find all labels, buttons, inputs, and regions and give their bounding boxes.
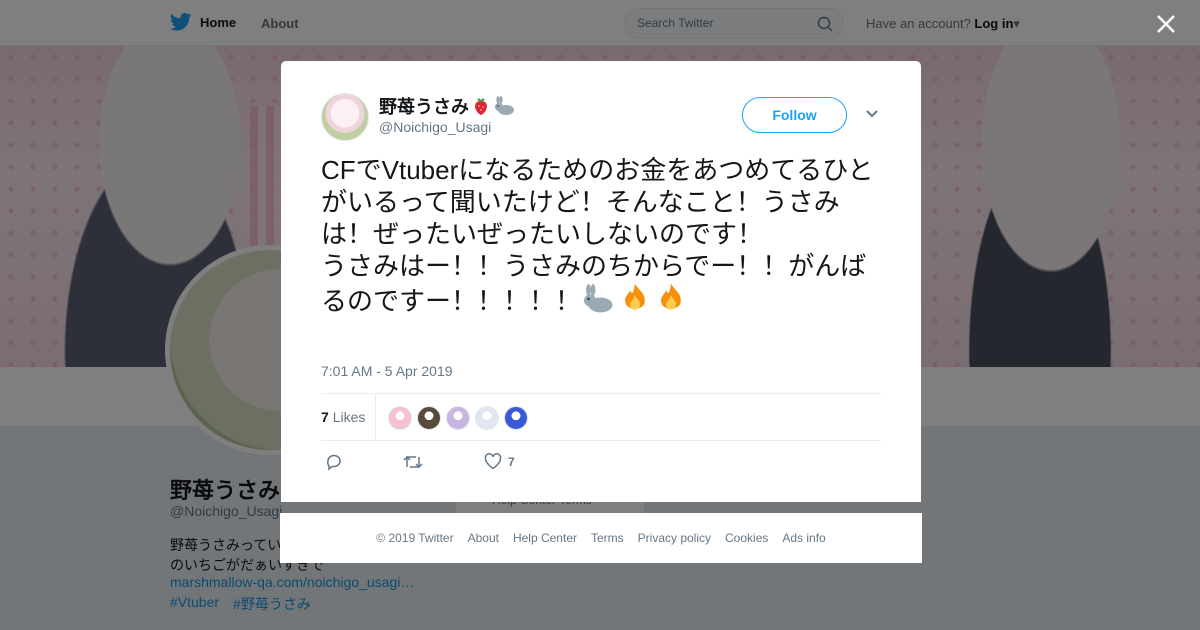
- reply-icon: [327, 454, 341, 471]
- author-avatar[interactable]: [321, 93, 369, 141]
- tweet-stats: 7 Likes: [321, 393, 881, 441]
- liker-avatar[interactable]: [417, 406, 441, 430]
- tweet-actions: 7: [321, 453, 621, 473]
- author-name: 野苺うさみ: [379, 97, 469, 117]
- footer-link[interactable]: About: [468, 531, 499, 545]
- liker-avatar[interactable]: [388, 406, 412, 430]
- footer-link[interactable]: Terms: [591, 531, 624, 545]
- footer-link[interactable]: Help Center: [513, 531, 577, 545]
- liker-avatar[interactable]: [504, 406, 528, 430]
- footer-link[interactable]: Ads info: [782, 531, 825, 545]
- follow-button[interactable]: Follow: [742, 97, 847, 133]
- likes-label: Likes: [332, 409, 366, 425]
- like-button[interactable]: 7: [484, 453, 515, 470]
- chevron-down-icon[interactable]: [865, 109, 879, 119]
- strawberry-emoji-icon: [475, 98, 487, 115]
- liker-avatar[interactable]: [446, 406, 470, 430]
- rabbit-emoji-icon: [581, 284, 617, 321]
- footer-link[interactable]: Privacy policy: [638, 531, 711, 545]
- like-count: 7: [508, 454, 515, 469]
- footer-link[interactable]: Cookies: [725, 531, 768, 545]
- close-icon[interactable]: [1155, 13, 1177, 35]
- retweet-button[interactable]: [403, 453, 423, 471]
- liker-avatars: [388, 406, 528, 430]
- rabbit-emoji-icon: [495, 96, 514, 115]
- likes-stat[interactable]: 7 Likes: [321, 409, 365, 425]
- author-handle[interactable]: @Noichigo_Usagi: [379, 119, 491, 135]
- fire-emoji-icon: [617, 282, 653, 321]
- tweet-modal: 野苺うさみ @Noichigo_Usagi Follow CFでVtuberにな…: [281, 61, 921, 502]
- modal-footer: © 2019 Twitter About Help Center Terms Priva…: [280, 513, 922, 563]
- footer-links: © 2019 Twitter About Help Center Terms Priva…: [280, 513, 922, 545]
- stats-divider: [375, 394, 376, 440]
- tweet-text: CFでVtuberになるためのお金をあつめてるひとがいるって聞いたけど！そんなこ…: [321, 154, 886, 321]
- footer-link[interactable]: © 2019 Twitter: [376, 531, 453, 545]
- tweet-timestamp[interactable]: 7:01 AM - 5 Apr 2019: [321, 363, 453, 379]
- retweet-icon: [403, 455, 423, 469]
- reply-button[interactable]: [325, 453, 343, 471]
- fire-emoji-icon: [653, 282, 689, 321]
- likes-count: 7: [321, 409, 329, 425]
- liker-avatar[interactable]: [475, 406, 499, 430]
- author-name-row[interactable]: 野苺うさみ: [379, 93, 517, 119]
- heart-icon: [484, 453, 502, 470]
